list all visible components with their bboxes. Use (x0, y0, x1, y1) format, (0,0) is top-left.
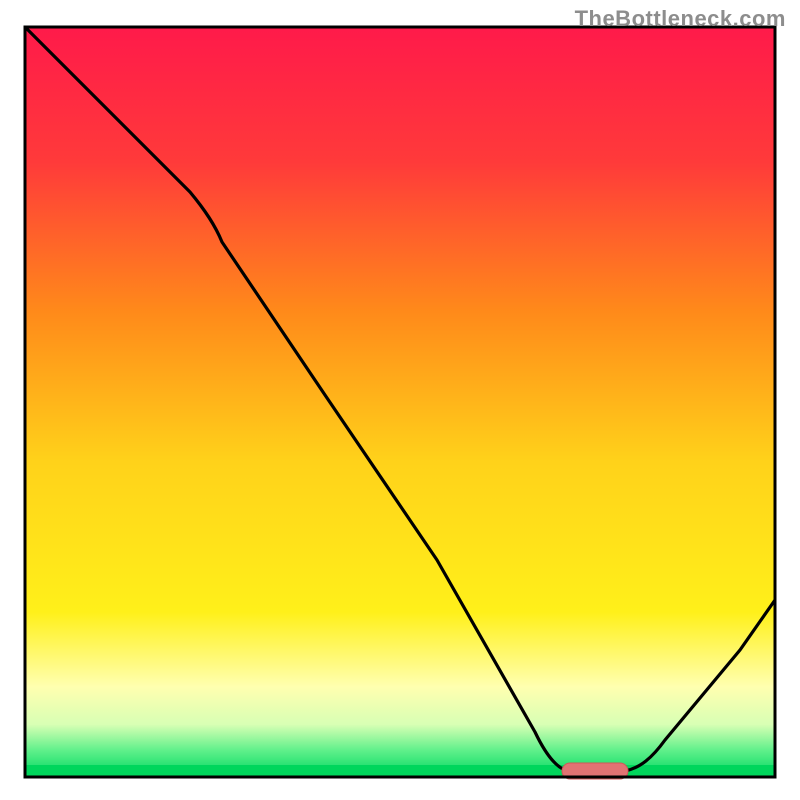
chart-container: TheBottleneck.com (0, 0, 800, 800)
watermark-text: TheBottleneck.com (575, 6, 786, 32)
bottleneck-chart (0, 0, 800, 800)
green-baseline-strip (25, 765, 775, 777)
